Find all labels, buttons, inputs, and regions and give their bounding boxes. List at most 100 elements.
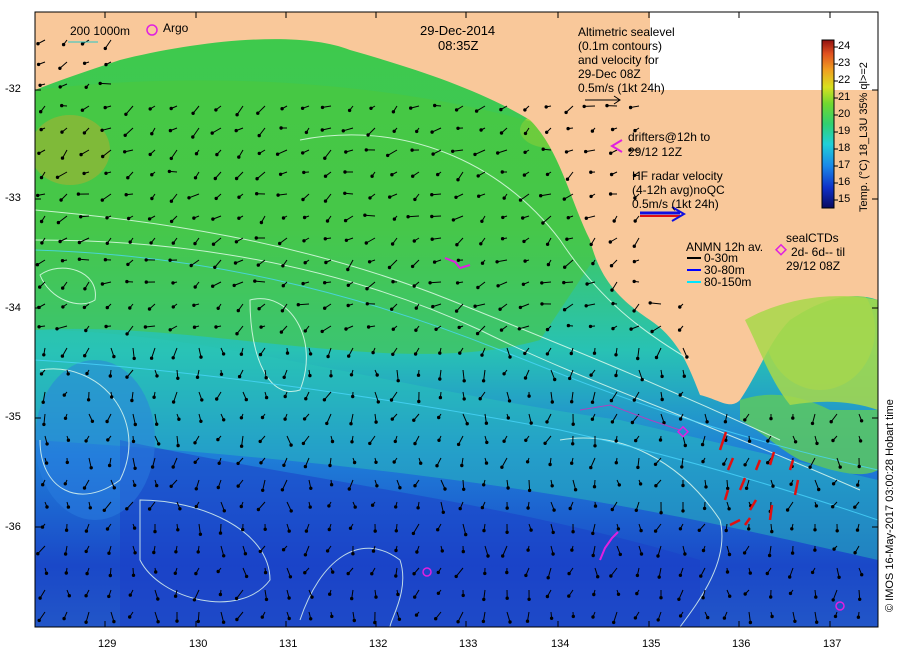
velocity-arrow-head	[372, 550, 374, 552]
velocity-arrow-head	[105, 63, 107, 65]
velocity-arrow-head	[107, 439, 109, 441]
velocity-arrow-head	[240, 417, 242, 419]
velocity-arrow-head	[365, 149, 367, 151]
velocity-arrow-head	[678, 329, 680, 331]
velocity-arrow-head	[126, 376, 128, 378]
velocity-arrow-head	[351, 441, 353, 443]
velocity-arrow-head	[727, 487, 729, 489]
velocity-arrow-head	[546, 131, 548, 133]
velocity-arrow-head	[585, 150, 587, 152]
velocity-arrow-head	[235, 177, 237, 179]
velocity-arrow-head	[192, 136, 194, 138]
velocity-arrow-head	[609, 241, 611, 243]
velocity-arrow-head	[745, 487, 747, 489]
velocity-arrow-head	[148, 508, 150, 510]
lon-label: 136	[732, 638, 750, 650]
velocity-arrow-head	[304, 572, 306, 574]
velocity-arrow-head	[288, 617, 290, 619]
velocity-arrow-head	[46, 443, 48, 445]
velocity-arrow-head	[506, 531, 508, 533]
velocity-arrow-head	[572, 531, 574, 533]
velocity-arrow-head	[811, 571, 813, 573]
velocity-arrow-head	[452, 219, 454, 221]
velocity-arrow-head	[178, 418, 180, 420]
velocity-arrow-head	[85, 550, 87, 552]
velocity-arrow-head	[412, 532, 414, 534]
velocity-arrow-head	[309, 353, 311, 355]
velocity-arrow-head	[786, 509, 788, 511]
velocity-arrow-head	[324, 238, 326, 240]
velocity-arrow-head	[256, 178, 258, 180]
velocity-arrow-head	[59, 67, 61, 69]
velocity-arrow-head	[90, 467, 92, 469]
velocity-arrow-head	[682, 510, 684, 512]
velocity-arrow-head	[260, 221, 262, 223]
velocity-arrow-head	[485, 422, 487, 424]
velocity-arrow-head	[474, 305, 476, 307]
velocity-arrow-head	[127, 177, 129, 179]
velocity-arrow-head	[328, 528, 330, 530]
velocity-arrow-head	[104, 259, 106, 261]
velocity-arrow-head	[40, 176, 42, 178]
velocity-arrow-head	[158, 443, 160, 445]
velocity-arrow-head	[145, 259, 147, 261]
velocity-arrow-head	[437, 173, 439, 175]
velocity-arrow-head	[566, 178, 568, 180]
velocity-arrow-head	[193, 217, 195, 219]
velocity-arrow-head	[770, 596, 772, 598]
velocity-arrow-head	[563, 309, 565, 311]
velocity-arrow-head	[525, 574, 527, 576]
velocity-arrow-head	[237, 309, 239, 311]
velocity-arrow-head	[61, 104, 63, 106]
velocity-arrow-head	[585, 305, 587, 307]
plot-area	[30, 12, 878, 627]
velocity-arrow-head	[188, 197, 190, 199]
velocity-arrow-head	[496, 261, 498, 263]
velocity-arrow-head	[434, 104, 436, 106]
velocity-arrow-head	[84, 355, 86, 357]
velocity-arrow-head	[194, 461, 196, 463]
velocity-arrow-head	[530, 529, 532, 531]
velocity-arrow-head	[344, 171, 346, 173]
velocity-arrow-head	[219, 593, 221, 595]
velocity-arrow-head	[342, 130, 344, 132]
velocity-arrow-head	[633, 260, 635, 262]
velocity-arrow-head	[658, 576, 660, 578]
velocity-arrow-head	[563, 198, 565, 200]
velocity-arrow-head	[772, 485, 774, 487]
velocity-arrow-head	[482, 620, 484, 622]
velocity-arrow-head	[77, 193, 79, 195]
velocity-arrow-head	[345, 328, 347, 330]
velocity-arrow-head	[329, 593, 331, 595]
velocity-arrow-head	[348, 109, 350, 111]
velocity-arrow-head	[609, 193, 611, 195]
velocity-arrow-head	[129, 241, 131, 243]
velocity-arrow-head	[572, 423, 574, 425]
velocity-arrow-head	[394, 440, 396, 442]
velocity-arrow-head	[506, 507, 508, 509]
velocity-arrow-head	[64, 483, 66, 485]
velocity-arrow-head	[631, 421, 633, 423]
velocity-arrow-head	[442, 511, 444, 513]
velocity-arrow-head	[836, 530, 838, 532]
velocity-arrow-head	[526, 620, 528, 622]
velocity-arrow-head	[223, 510, 225, 512]
velocity-arrow-head	[40, 373, 42, 375]
velocity-arrow-head	[457, 621, 459, 623]
velocity-arrow-head	[429, 282, 431, 284]
velocity-arrow-head	[326, 422, 328, 424]
velocity-arrow-head	[391, 308, 393, 310]
velocity-arrow-head	[151, 197, 153, 199]
hf-radar-line-3: 0.5m/s (1kt 24h)	[632, 198, 719, 211]
velocity-arrow-head	[682, 484, 684, 486]
velocity-arrow-head	[725, 439, 727, 441]
velocity-arrow-head	[305, 131, 307, 133]
velocity-arrow-head	[303, 240, 305, 242]
velocity-arrow-head	[311, 596, 313, 598]
velocity-arrow-head	[85, 440, 87, 442]
velocity-arrow-head	[466, 423, 468, 425]
velocity-arrow-head	[815, 505, 817, 507]
velocity-arrow-head	[522, 217, 524, 219]
velocity-arrow-head	[194, 242, 196, 244]
velocity-arrow-head	[571, 549, 573, 551]
